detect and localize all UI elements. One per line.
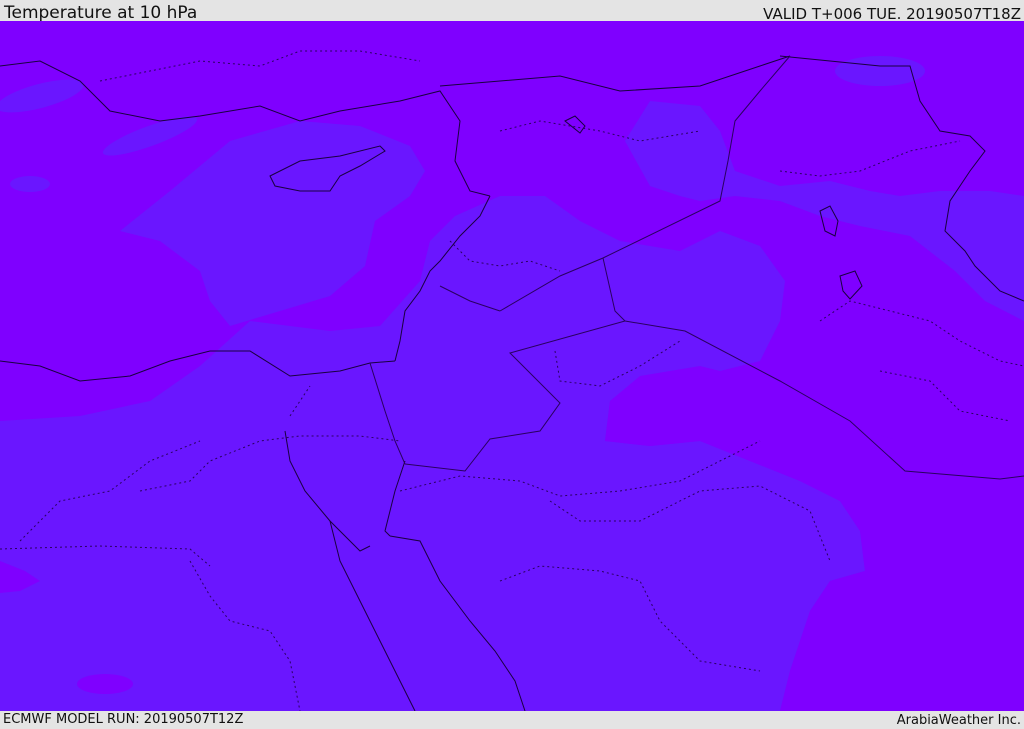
footer-bar: ECMWF MODEL RUN: 20190507T12Z ArabiaWeat…	[0, 711, 1024, 729]
header-bar: Temperature at 10 hPa VALID T+006 TUE. 2…	[0, 0, 1024, 23]
credit-label: ArabiaWeather Inc.	[896, 713, 1021, 728]
contour-blob-west	[10, 176, 50, 192]
contour-warm-south	[77, 674, 133, 694]
weather-map[interactable]	[0, 21, 1024, 711]
map-title: Temperature at 10 hPa	[4, 3, 198, 23]
model-run-label: ECMWF MODEL RUN: 20190507T12Z	[3, 712, 244, 727]
